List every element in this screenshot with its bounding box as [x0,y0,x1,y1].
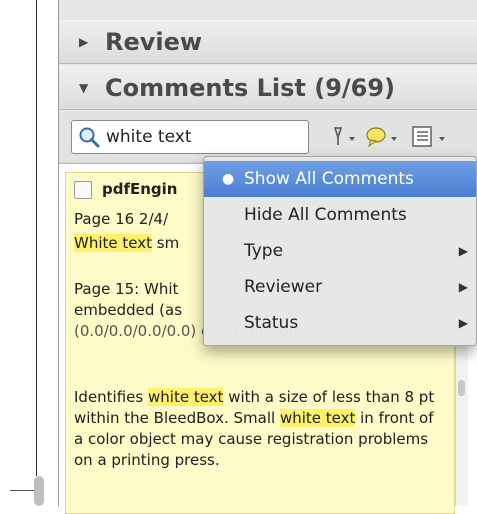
menu-item-label: Status [244,313,299,333]
gutter-divider [36,0,37,476]
bullet-icon: ● [222,171,235,187]
desc-highlight-2: white text [279,409,356,427]
options-dropdown-menu: ● Show All Comments Hide All Comments Ty… [203,156,477,346]
search-value: white text [106,127,192,147]
options-menu-button[interactable] [411,125,451,149]
page15-line1: Page 15: Whit [74,280,179,298]
page-scroll-thumb[interactable] [34,476,44,506]
comment-description: Identifies white text with a size of les… [74,387,446,471]
summary-rest: sm [152,234,180,252]
pen-tool-button[interactable] [327,125,357,149]
comment-summary: White text sm [74,233,179,254]
comment-meta: Page 16 2/4/ [74,210,169,228]
menu-item-label: Type [244,241,284,261]
highlight-text: White text [74,234,152,252]
search-icon [79,127,100,148]
search-input[interactable]: white text [71,120,309,154]
menu-item-type[interactable]: Type ▶ [204,233,476,269]
comment-checkbox[interactable] [74,180,92,199]
pen-icon [333,127,355,145]
left-gutter [0,0,58,506]
desc-part1: Identifies [74,388,148,406]
menu-item-label: Show All Comments [244,169,414,189]
options-icon [412,126,445,147]
submenu-arrow-icon: ▶ [458,316,468,330]
review-header-label: Review [105,28,203,56]
menu-item-show-all[interactable]: ● Show All Comments [204,161,476,197]
page15-line2: embedded (as [74,301,183,319]
comments-list-header[interactable]: ▼ Comments List (9/69) [59,66,477,110]
menu-item-label: Reviewer [244,277,323,297]
gutter-tick [10,490,36,491]
submenu-arrow-icon: ▶ [458,280,468,294]
menu-item-reviewer[interactable]: Reviewer ▶ [204,269,476,305]
menu-item-status[interactable]: Status ▶ [204,305,476,341]
comment-filter-button[interactable] [365,125,401,149]
comment-author-row: pdfEngin [74,179,177,200]
menu-item-label: Hide All Comments [244,205,407,225]
triangle-right-icon: ▶ [79,35,89,49]
menu-item-hide-all[interactable]: Hide All Comments [204,197,476,233]
submenu-arrow-icon: ▶ [458,244,468,258]
list-scroll-thumb[interactable] [458,380,465,396]
desc-highlight-1: white text [148,388,224,406]
comments-header-label: Comments List (9/69) [105,74,396,102]
comment-icon [366,127,397,148]
comment-author: pdfEngin [102,180,178,198]
triangle-down-icon: ▼ [79,81,89,95]
review-section-header[interactable]: ▶ Review [59,20,477,64]
